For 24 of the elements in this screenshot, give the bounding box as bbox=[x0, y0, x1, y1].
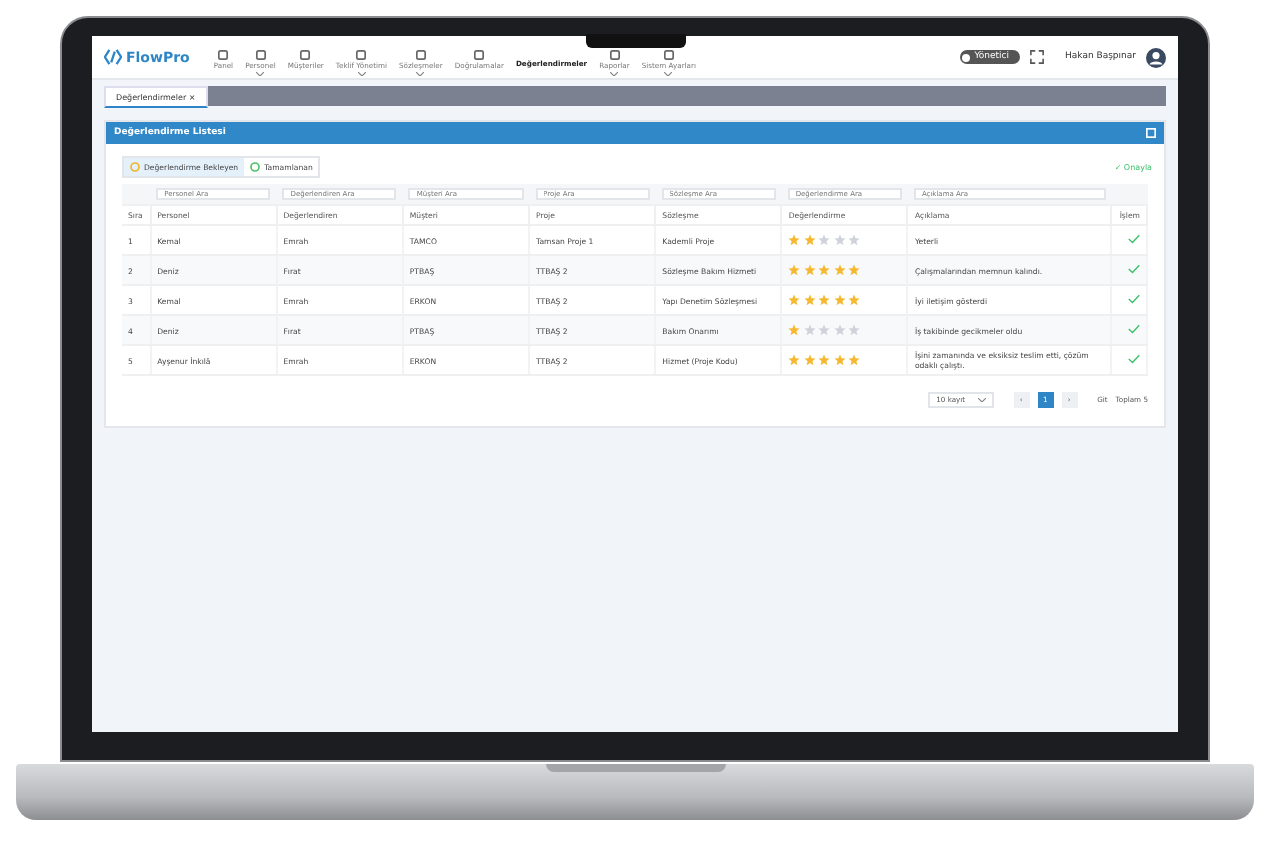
nav-icon bbox=[300, 50, 311, 60]
caret-icon bbox=[610, 72, 619, 76]
nav-icon bbox=[356, 50, 367, 60]
check-icon[interactable] bbox=[1128, 234, 1140, 244]
check-icon[interactable] bbox=[1128, 324, 1140, 334]
nav-icon bbox=[218, 50, 229, 60]
nav-icon bbox=[415, 50, 426, 60]
check-icon[interactable] bbox=[1128, 264, 1140, 274]
caret-icon bbox=[357, 72, 366, 76]
avatar-icon[interactable] bbox=[1146, 47, 1166, 67]
caret-icon bbox=[416, 72, 425, 76]
check-icon[interactable] bbox=[1128, 354, 1140, 364]
nav-icon bbox=[609, 50, 620, 60]
caret-icon bbox=[977, 398, 986, 402]
camera-notch bbox=[586, 34, 686, 48]
logo-icon bbox=[104, 48, 122, 66]
expand-icon[interactable] bbox=[1146, 128, 1156, 138]
caret-icon bbox=[664, 72, 673, 76]
nav-icon bbox=[474, 50, 485, 60]
nav-icon bbox=[255, 50, 266, 60]
nav-icon bbox=[663, 50, 674, 60]
check-icon[interactable] bbox=[1128, 294, 1140, 304]
caret-icon bbox=[256, 72, 265, 76]
fullscreen-icon[interactable] bbox=[1029, 50, 1044, 64]
